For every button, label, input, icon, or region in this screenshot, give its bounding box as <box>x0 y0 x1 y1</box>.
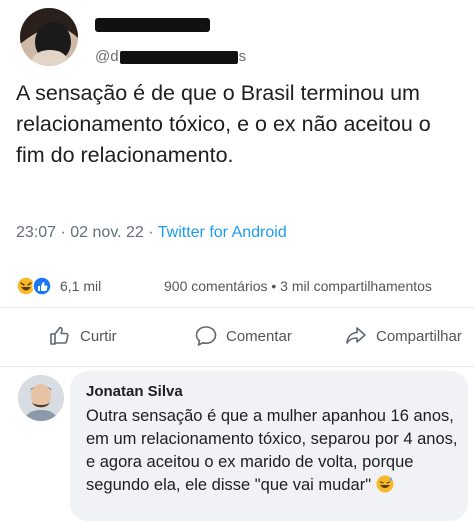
meta-separator: · <box>60 224 66 241</box>
comment-author[interactable]: Jonatan Silva <box>86 383 183 400</box>
comment-button[interactable]: Comentar <box>194 324 292 348</box>
tweet-text: A sensação é de que o Brasil terminou um… <box>16 81 431 167</box>
grinning-sweat-emoji <box>376 475 394 493</box>
post-actions: Curtir Comentar Compartilhar <box>0 312 474 362</box>
share-label: Compartilhar <box>376 327 462 345</box>
comment-label: Comentar <box>226 327 292 345</box>
tweet-author-avatar <box>20 8 78 66</box>
reaction-icons[interactable] <box>16 276 56 296</box>
meta-separator: · <box>148 224 154 241</box>
handle-prefix: @d <box>95 48 119 65</box>
post-stats: 6,1 mil 900 comentários • 3 mil comparti… <box>0 262 474 308</box>
handle-suffix: s <box>238 48 247 65</box>
comment-bubble: Jonatan Silva Outra sensação é que a mul… <box>70 371 468 521</box>
embedded-tweet: @d s A sensação é de que o Brasil termino… <box>0 0 474 262</box>
like-reaction-icon <box>32 276 52 296</box>
comment-text-block: Outra sensação é que a mulher apanhou 16… <box>86 405 458 497</box>
share-arrow-icon <box>346 327 366 344</box>
tweet-date: 02 nov. 22 <box>70 224 144 241</box>
like-button[interactable]: Curtir <box>48 324 117 348</box>
speech-bubble-icon <box>195 326 217 346</box>
comments-shares-count[interactable]: 900 comentários • 3 mil compartilhamento… <box>164 278 432 294</box>
tweet-handle: @d s <box>95 48 246 65</box>
redacted-handle <box>119 50 238 64</box>
divider <box>0 307 474 308</box>
comment-text: Outra sensação é que a mulher apanhou 16… <box>86 407 458 494</box>
reactions-count[interactable]: 6,1 mil <box>60 278 101 294</box>
share-button[interactable]: Compartilhar <box>344 324 462 348</box>
tweet-time: 23:07 <box>16 224 57 241</box>
like-label: Curtir <box>80 327 117 345</box>
tweet-meta: 23:07 · 02 nov. 22 · Twitter for Android <box>16 224 287 242</box>
tweet-source-link[interactable]: Twitter for Android <box>158 224 287 241</box>
commenter-avatar[interactable] <box>18 375 64 421</box>
redacted-author-name <box>95 18 210 32</box>
thumb-up-icon <box>50 326 69 345</box>
comment: Jonatan Silva Outra sensação é que a mul… <box>0 367 474 523</box>
